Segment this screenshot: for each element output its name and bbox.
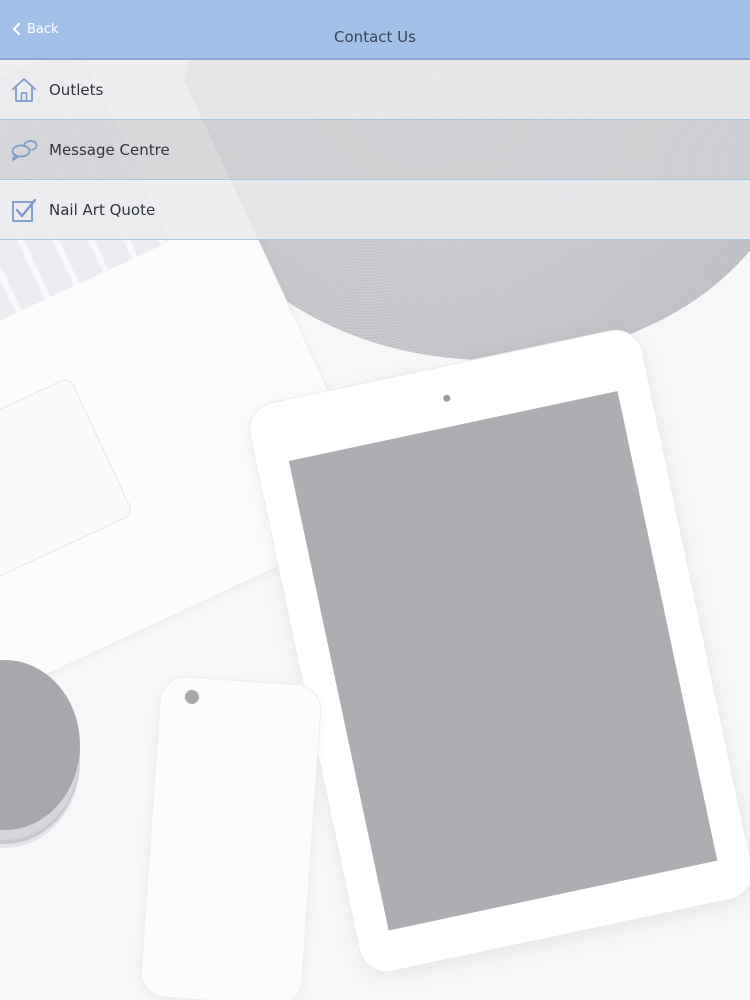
phone-camera-decoration [184,689,200,705]
tablet-camera-decoration [442,394,451,403]
checkbox-icon [10,196,38,224]
compact-decoration [0,660,80,830]
laptop-trackpad-decoration [0,376,134,583]
menu-item-label: Nail Art Quote [49,200,156,219]
menu-item-message-centre[interactable]: Message Centre [0,120,750,180]
menu-list: Outlets Message Centre Nail Art Quote [0,60,750,240]
tablet-screen-decoration [288,391,718,931]
menu-item-label: Message Centre [49,140,170,159]
chevron-left-icon [12,23,21,35]
phone-decoration [138,674,324,1000]
back-label: Back [27,21,59,37]
menu-item-label: Outlets [49,80,104,99]
menu-item-nail-art-quote[interactable]: Nail Art Quote [0,180,750,240]
chat-bubbles-icon [10,136,38,164]
back-button[interactable]: Back [12,0,59,58]
menu-item-outlets[interactable]: Outlets [0,60,750,120]
page-title: Contact Us [0,0,750,58]
navigation-bar: Back Contact Us [0,0,750,60]
home-icon [10,76,38,104]
tablet-decoration [243,324,750,978]
page-title-text: Contact Us [334,28,416,46]
